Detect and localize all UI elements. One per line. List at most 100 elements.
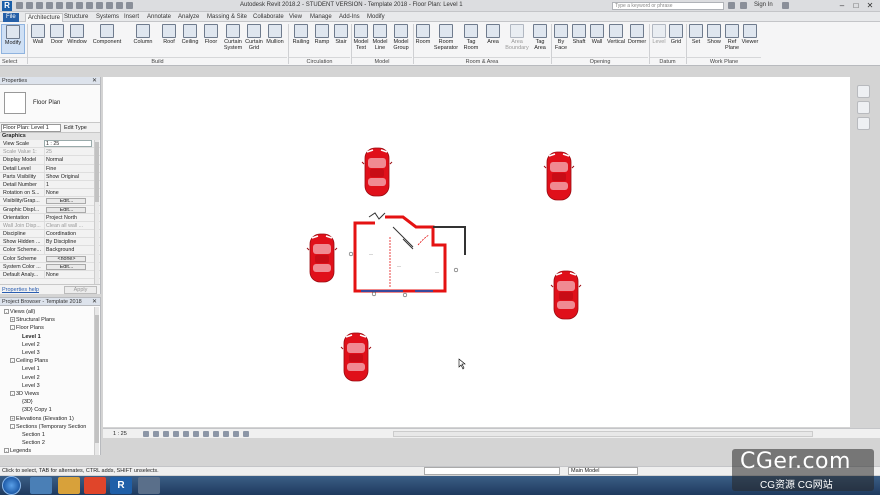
level-button[interactable]: Level	[651, 24, 667, 54]
property-value[interactable]: Edit...	[46, 206, 86, 213]
tree-item[interactable]: + Structural Plans	[10, 317, 55, 324]
tree-item[interactable]: Section 2	[22, 440, 45, 447]
property-value[interactable]: None	[44, 271, 92, 279]
property-row[interactable]: Detail Number 1	[0, 180, 100, 190]
tree-item[interactable]: Section 1	[22, 432, 45, 439]
properties-scrollbar[interactable]	[94, 140, 99, 284]
tree-item[interactable]: Level 1	[22, 366, 40, 373]
help-icon[interactable]	[782, 2, 789, 9]
binoculars-icon[interactable]	[728, 2, 735, 9]
tree-item[interactable]: Level 2	[22, 342, 40, 349]
close-icon[interactable]: ✕	[92, 77, 97, 85]
property-value[interactable]: Edit...	[46, 263, 86, 270]
stair-button[interactable]: Stair	[332, 24, 350, 54]
property-row[interactable]: Wall Join Disp... Clean all wall ...	[0, 221, 100, 231]
canvas-horizontal-scrollbar[interactable]	[393, 431, 813, 437]
property-value[interactable]: Project North	[44, 213, 92, 222]
measure-icon[interactable]	[66, 2, 73, 9]
section-icon[interactable]	[96, 2, 103, 9]
expand-icon[interactable]: +	[10, 415, 15, 421]
detail-level-icon[interactable]	[143, 431, 149, 437]
minimize-icon[interactable]: –	[836, 1, 848, 11]
tree-item[interactable]: Level 2	[22, 375, 40, 382]
property-row[interactable]: Scale Value 1: 25	[0, 148, 100, 157]
property-row[interactable]: View Scale 1 : 25	[0, 140, 100, 149]
collapse-icon[interactable]: -	[4, 309, 9, 315]
sun-path-icon[interactable]	[163, 431, 169, 437]
shaft-button[interactable]: Shaft	[570, 24, 588, 54]
tree-item[interactable]: {3D}	[22, 399, 33, 406]
floor-plan-drawing[interactable]: — — —	[103, 77, 850, 427]
tree-item[interactable]: -3D Views	[10, 391, 39, 398]
car-bottom-left[interactable]	[340, 332, 372, 382]
expand-icon[interactable]: +	[10, 317, 15, 323]
car-middle-right[interactable]	[550, 270, 582, 320]
model-line-button[interactable]: Model Line	[371, 24, 389, 54]
3d-view-icon[interactable]	[86, 2, 93, 9]
floor-button[interactable]: Floor	[202, 24, 220, 54]
property-value[interactable]: By Discipline	[44, 238, 92, 247]
close-icon[interactable]: ✕	[92, 298, 97, 306]
property-value[interactable]: 1	[44, 180, 92, 189]
revit-taskbar-icon[interactable]: R	[110, 477, 132, 494]
car-top-left[interactable]	[361, 147, 393, 197]
tree-item[interactable]: + Elevations (Elevation 1)	[10, 416, 74, 423]
property-row[interactable]: Show Hidden ... By Discipline	[0, 238, 100, 247]
property-row[interactable]: Color Scheme... Background	[0, 246, 100, 255]
tab-systems[interactable]: Systems	[96, 13, 119, 22]
redo-icon[interactable]	[46, 2, 53, 9]
visual-style-icon[interactable]	[153, 431, 159, 437]
drawing-canvas[interactable]: — — —	[103, 77, 850, 427]
close-hidden-icon[interactable]	[116, 2, 123, 9]
tab-file[interactable]: File	[3, 13, 19, 22]
area-button[interactable]: Area	[483, 24, 503, 54]
view-scale[interactable]: 1 : 25	[113, 431, 127, 437]
reveal-hidden-icon[interactable]	[223, 431, 229, 437]
tree-item[interactable]: Level 3	[22, 383, 40, 390]
collapse-icon[interactable]: -	[10, 391, 15, 397]
thin-lines-icon[interactable]	[106, 2, 113, 9]
building-walls[interactable]: — — —	[348, 212, 466, 298]
analytical-model-icon[interactable]	[243, 431, 249, 437]
print-icon[interactable]	[56, 2, 63, 9]
zoom-icon[interactable]	[857, 117, 870, 130]
tree-item[interactable]: - Legends	[4, 448, 31, 455]
save-icon[interactable]	[26, 2, 33, 9]
property-value[interactable]: Edit...	[46, 198, 86, 205]
crop-view-icon[interactable]	[183, 431, 189, 437]
close-icon[interactable]: ✕	[864, 1, 876, 11]
group-select[interactable]: Select	[0, 57, 27, 66]
switch-windows-icon[interactable]	[126, 2, 133, 9]
edit-type-button[interactable]: Edit Type	[64, 124, 87, 132]
tag-room-button[interactable]: Tag Room	[461, 24, 481, 54]
workset-field[interactable]	[424, 467, 560, 475]
column-button[interactable]: Column	[130, 24, 156, 54]
viewer-button[interactable]: Viewer	[740, 24, 760, 54]
start-button-icon[interactable]	[2, 476, 21, 495]
area-boundary-button[interactable]: Area Boundary	[503, 24, 531, 54]
property-row[interactable]: Detail Level Fine	[0, 164, 100, 173]
modify-button[interactable]: Modify	[1, 24, 25, 54]
tab-collaborate[interactable]: Collaborate	[253, 13, 284, 22]
property-value[interactable]: 1 : 25	[44, 140, 92, 147]
property-value[interactable]: 25	[44, 148, 92, 157]
tag-area-button[interactable]: Tag Area	[531, 24, 549, 54]
tab-add-ins[interactable]: Add-Ins	[339, 13, 360, 22]
collapse-icon[interactable]: -	[4, 448, 9, 454]
property-row[interactable]: Default Analy... None	[0, 271, 100, 280]
text-icon[interactable]	[76, 2, 83, 9]
curtain-system-button[interactable]: Curtain System	[222, 24, 244, 54]
room-separator-button[interactable]: Room Separator	[432, 24, 460, 54]
vertical-button[interactable]: Vertical	[605, 24, 627, 54]
ramp-button[interactable]: Ramp	[313, 24, 331, 54]
tree-item[interactable]: - Floor Plans	[10, 325, 44, 332]
tab-annotate[interactable]: Annotate	[147, 13, 171, 22]
grid-button[interactable]: Grid	[668, 24, 684, 54]
tab-manage[interactable]: Manage	[310, 13, 332, 22]
tree-item[interactable]: - Ceiling Plans	[10, 358, 48, 365]
property-value[interactable]: Show Original	[44, 172, 92, 181]
property-row[interactable]: System Color ... Edit...	[0, 263, 100, 271]
type-selector[interactable]: Floor Plan	[0, 85, 100, 123]
open-icon[interactable]	[16, 2, 23, 9]
property-value[interactable]: Normal	[44, 156, 92, 165]
